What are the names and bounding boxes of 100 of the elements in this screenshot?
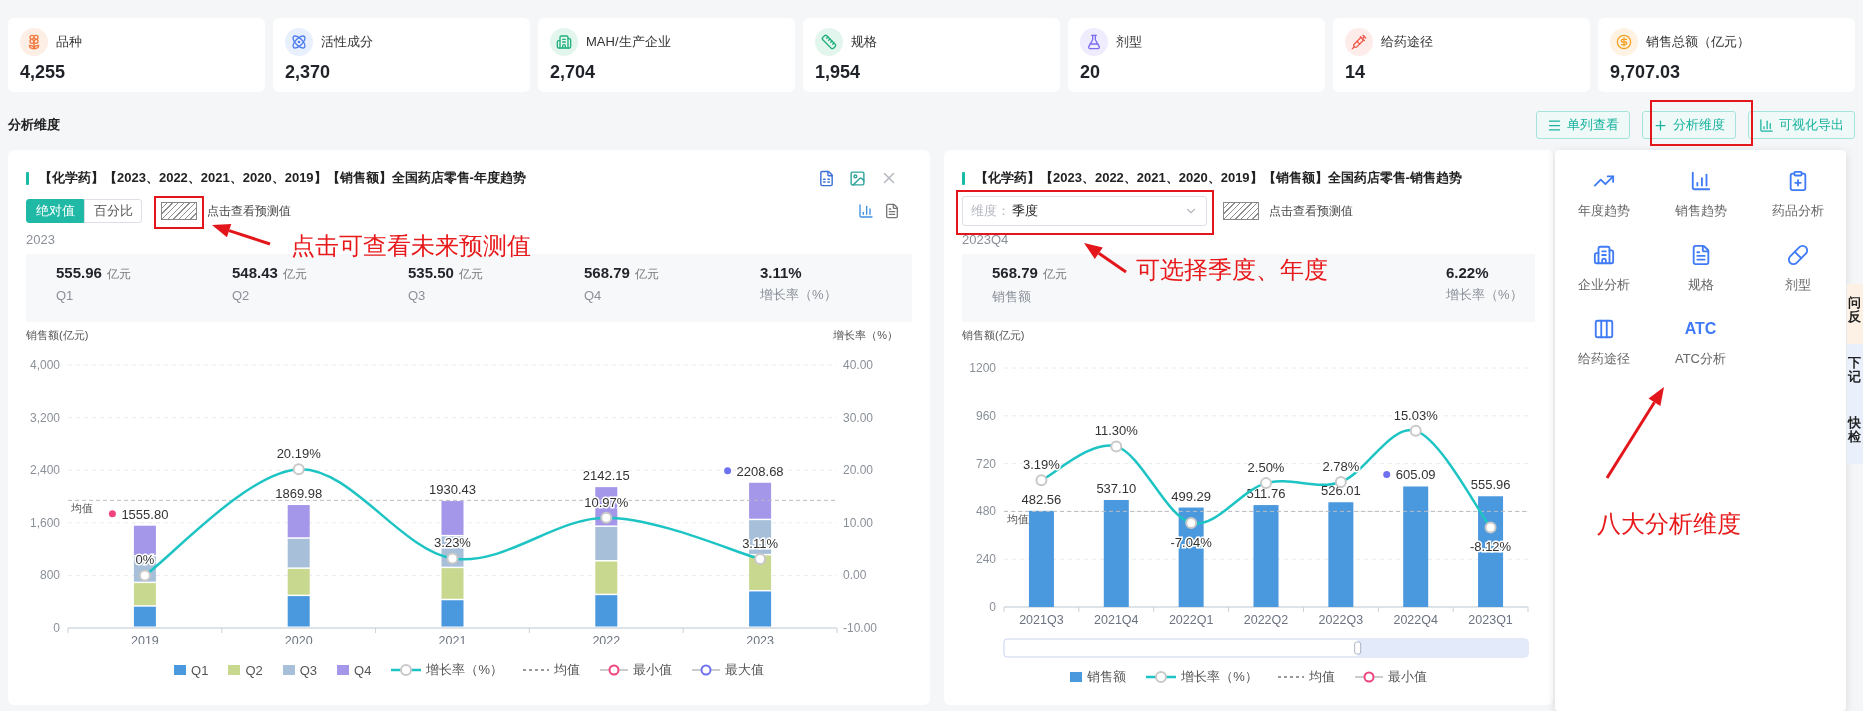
period-label: 2023 bbox=[26, 232, 55, 249]
axis-name: 增长率（%） bbox=[833, 328, 898, 343]
section-title: 分析维度 bbox=[8, 116, 60, 134]
flask-icon bbox=[1080, 28, 1108, 56]
axis-tick-label: 0.00 bbox=[843, 568, 867, 583]
atom-icon bbox=[285, 28, 313, 56]
line-point bbox=[292, 463, 305, 476]
line-point bbox=[1260, 477, 1272, 490]
stat-value: 20 bbox=[1080, 62, 1102, 83]
menu-item[interactable]: 剂型 bbox=[1784, 276, 1811, 294]
axis-tick-label: 2,400 bbox=[29, 463, 60, 478]
bar-segment bbox=[287, 568, 310, 595]
unit-label: 亿元 bbox=[1042, 266, 1067, 283]
building-icon bbox=[550, 28, 578, 56]
metric-label: 销售额 bbox=[992, 288, 1032, 306]
menu-item[interactable]: 药品分析 bbox=[1771, 202, 1824, 220]
bar-segment bbox=[595, 526, 618, 560]
side-tab[interactable]: 问反 bbox=[1847, 284, 1863, 344]
hatch-toggle[interactable] bbox=[161, 202, 197, 220]
metric-value: 6.22% bbox=[1446, 264, 1489, 281]
menu-badge-text[interactable]: ATC bbox=[1684, 318, 1717, 340]
pill-icon[interactable] bbox=[1786, 244, 1809, 266]
zoom-slider[interactable] bbox=[1003, 638, 1529, 658]
value-label: 605.09 bbox=[1395, 467, 1436, 483]
callout-text: 点击可查看未来预测值 bbox=[291, 231, 531, 261]
legend-label[interactable]: Q2 bbox=[245, 662, 263, 678]
legend-label[interactable]: 最小值 bbox=[1387, 668, 1427, 686]
axis-tick-label: 240 bbox=[975, 552, 996, 567]
growth-label: 3.11% bbox=[742, 536, 779, 552]
plus-icon bbox=[1653, 117, 1668, 133]
value-label: 537.10 bbox=[1096, 481, 1137, 497]
value-label: 2208.68 bbox=[736, 463, 784, 479]
document-icon[interactable] bbox=[884, 203, 900, 219]
highlight-frame bbox=[154, 196, 204, 229]
value-label: 499.29 bbox=[1171, 488, 1212, 504]
stat-label: 给药途径 bbox=[1381, 33, 1433, 51]
category-label: 2022Q3 bbox=[1318, 613, 1364, 627]
panel-title: 【化学药】【2023、2022、2021、2020、2019】【销售额】全国药店零售-销售趋势 bbox=[975, 169, 1462, 187]
columns-icon[interactable] bbox=[1592, 318, 1615, 340]
legend-label[interactable]: 最小值 bbox=[632, 661, 672, 679]
dimension-select[interactable]: 维度：季度 bbox=[962, 196, 1207, 226]
legend-label[interactable]: 均值 bbox=[1308, 668, 1335, 686]
legend-label[interactable]: 增长率（%） bbox=[426, 661, 503, 679]
bar-segment bbox=[441, 501, 464, 535]
value-label: 2142.15 bbox=[582, 468, 630, 484]
unit-label: 亿元 bbox=[634, 266, 659, 283]
stat-value: 9,707.03 bbox=[1610, 62, 1682, 83]
square-icon bbox=[1070, 672, 1083, 682]
side-tab[interactable]: 下记 bbox=[1847, 344, 1863, 404]
menu-item[interactable]: 年度趋势 bbox=[1577, 202, 1630, 220]
legend-label[interactable]: Q3 bbox=[299, 662, 318, 678]
value-label: 526.01 bbox=[1320, 483, 1361, 499]
period-label: 2023Q4 bbox=[962, 232, 1009, 249]
mode-tab[interactable]: 百分比 bbox=[84, 199, 142, 223]
bar-chart-icon[interactable] bbox=[1689, 170, 1712, 192]
building-icon[interactable] bbox=[1592, 244, 1615, 266]
menu-item[interactable]: 规格 bbox=[1687, 276, 1714, 294]
growth-label: 2.78% bbox=[1322, 458, 1360, 474]
axis-tick-label: 3,200 bbox=[29, 410, 60, 425]
legend-label[interactable]: 增长率（%） bbox=[1181, 668, 1258, 686]
square-icon bbox=[228, 665, 241, 675]
menu-item[interactable]: 给药途径 bbox=[1577, 350, 1630, 368]
bar-segment bbox=[287, 538, 310, 568]
flower-icon bbox=[20, 28, 48, 56]
legend-label[interactable]: Q1 bbox=[191, 662, 209, 678]
square-icon bbox=[337, 665, 350, 675]
legend-label[interactable]: Q4 bbox=[354, 662, 372, 678]
menu-item[interactable]: 销售趋势 bbox=[1674, 202, 1727, 220]
legend-label[interactable]: 最大值 bbox=[724, 661, 764, 679]
legend-label[interactable]: 销售额 bbox=[1087, 668, 1127, 686]
metric-label: 增长率（%） bbox=[760, 286, 838, 304]
legend-label[interactable]: 均值 bbox=[553, 661, 580, 679]
line-marker-icon bbox=[1146, 670, 1177, 684]
unit-label: 亿元 bbox=[106, 266, 131, 283]
hatch-toggle[interactable] bbox=[1223, 202, 1259, 220]
growth-label: 3.19% bbox=[1023, 457, 1060, 473]
category-label: 2022Q1 bbox=[1168, 613, 1214, 627]
list-icon bbox=[1547, 117, 1562, 133]
metric-value: 3.11% bbox=[760, 264, 802, 281]
line-point bbox=[754, 553, 767, 566]
bar-chart-icon[interactable] bbox=[858, 203, 874, 219]
image-icon[interactable] bbox=[849, 169, 866, 187]
axis-tick-label: 0 bbox=[989, 600, 996, 614]
growth-label: 2.50% bbox=[1247, 460, 1285, 476]
menu-item[interactable]: ATC分析 bbox=[1674, 350, 1726, 368]
bar-segment bbox=[441, 600, 464, 627]
line-point bbox=[1334, 475, 1347, 488]
spreadsheet-icon[interactable] bbox=[818, 169, 835, 187]
line-point bbox=[1035, 474, 1048, 487]
category-label: 2023Q1 bbox=[1468, 613, 1513, 627]
stat-value: 1,954 bbox=[815, 62, 862, 83]
bar-segment bbox=[133, 583, 156, 606]
side-tab[interactable]: 快检 bbox=[1847, 404, 1863, 464]
stat-value: 14 bbox=[1345, 62, 1367, 83]
menu-item[interactable]: 企业分析 bbox=[1577, 276, 1630, 294]
forecast-hint: 点击查看预测值 bbox=[1269, 202, 1353, 220]
syringe-icon bbox=[1345, 28, 1373, 56]
line-point bbox=[138, 569, 151, 582]
value-label: 555.96 bbox=[1470, 477, 1511, 493]
axis-tick-label: 1,600 bbox=[29, 515, 60, 530]
